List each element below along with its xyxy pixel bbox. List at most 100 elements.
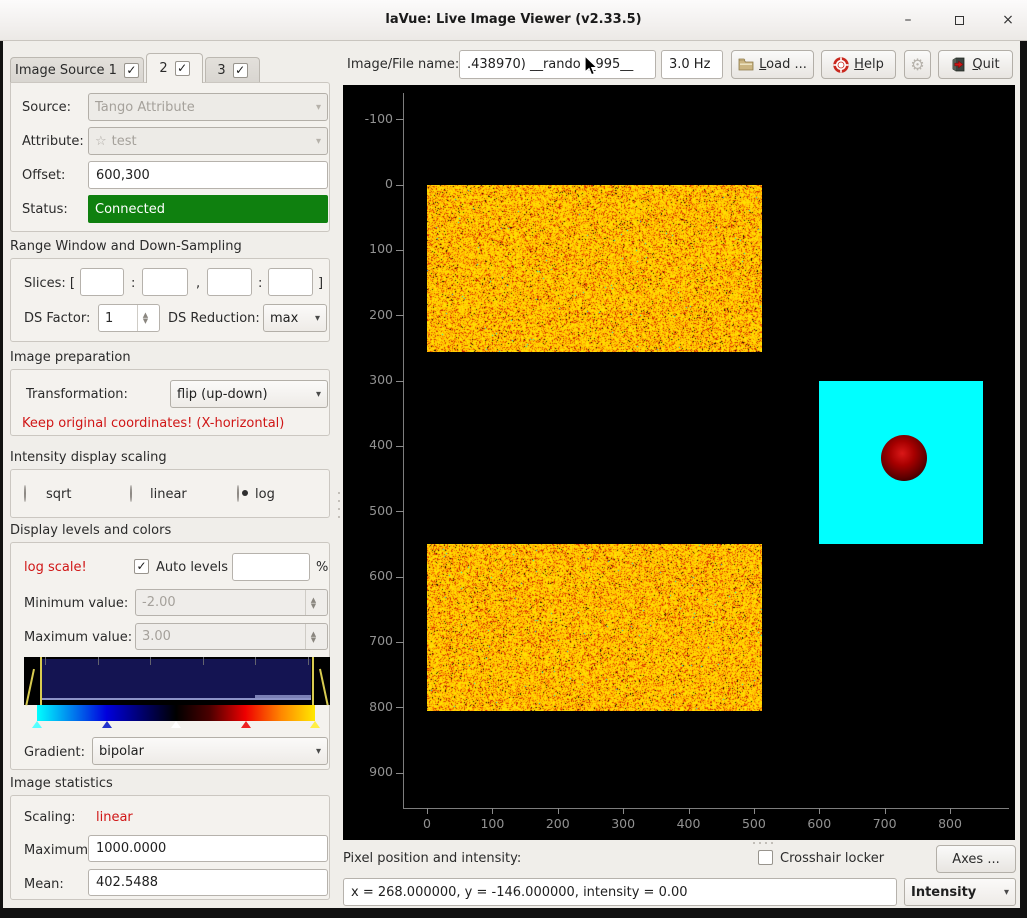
radio-linear[interactable]	[130, 485, 132, 502]
x-tick-label: 300	[601, 816, 645, 831]
splitter-handle-dot[interactable]	[759, 842, 761, 844]
minimum-value-label: Minimum value:	[24, 596, 128, 611]
stats-mean-label: Mean:	[24, 877, 64, 892]
x-tick-label: 700	[863, 816, 907, 831]
y-tick-label: 800	[345, 699, 393, 714]
splitter-handle-dot[interactable]	[753, 842, 755, 844]
close-button[interactable]: ×	[996, 10, 1020, 32]
crosshair-locker-checkbox[interactable]	[758, 850, 773, 865]
maximize-button[interactable]	[948, 10, 972, 32]
tab-image-source-2[interactable]: 2	[146, 53, 203, 83]
offset-label: Offset:	[22, 168, 65, 183]
tab-image-source-1[interactable]: Image Source 1	[10, 57, 144, 83]
stats-maximum-input[interactable]	[88, 835, 328, 862]
region-handle-left[interactable]	[40, 657, 42, 705]
refresh-rate-input[interactable]	[661, 50, 723, 79]
gradient-tick-marker[interactable]	[310, 721, 320, 728]
quit-button-label: Quit	[972, 57, 999, 72]
region-handle-right[interactable]	[312, 657, 314, 705]
plot-area[interactable]: -100010020030040050060070080090001002003…	[343, 85, 1015, 840]
auto-levels-percent-input[interactable]	[232, 553, 310, 581]
stats-scaling-value: linear	[96, 810, 133, 825]
minimize-button[interactable]: –	[896, 10, 920, 32]
spinner-arrows-icon[interactable]: ▲▼	[305, 590, 321, 615]
offset-input[interactable]	[88, 161, 328, 189]
tab-3-label: 3	[217, 63, 225, 78]
minimum-value: -2.00	[142, 595, 176, 610]
gradient-bar[interactable]	[37, 705, 315, 721]
title-bar: laVue: Live Image Viewer (v2.33.5) – ×	[0, 0, 1027, 41]
gradient-tick-marker[interactable]	[241, 721, 251, 728]
gradient-tick-marker[interactable]	[171, 721, 181, 728]
channel-combo[interactable]: Intensity▾	[904, 878, 1016, 906]
splitter-handle-dot[interactable]	[338, 516, 340, 518]
help-button[interactable]: Help	[821, 50, 896, 79]
test-image	[819, 381, 982, 544]
y-tick	[396, 642, 404, 643]
x-tick	[819, 808, 820, 814]
pixel-position-input[interactable]	[343, 878, 897, 906]
log-scale-note: log scale!	[24, 560, 87, 575]
y-tick-label: 0	[345, 176, 393, 191]
axes-button[interactable]: Axes ...	[936, 845, 1016, 873]
settings-button[interactable]: ⚙	[904, 50, 931, 79]
transformation-combo[interactable]: flip (up-down)▾	[170, 380, 328, 408]
y-tick	[396, 315, 404, 316]
radio-sqrt-label: sqrt	[46, 487, 71, 502]
scaling-section-title: Intensity display scaling	[10, 450, 167, 465]
y-tick-label: 400	[345, 437, 393, 452]
spinner-arrows-icon[interactable]: ▲▼	[305, 624, 321, 649]
radio-log[interactable]	[237, 485, 239, 502]
gradient-tick-marker[interactable]	[32, 721, 42, 728]
x-tick-label: 400	[667, 816, 711, 831]
source-combo[interactable]: Tango Attribute▾	[88, 93, 328, 121]
chevron-down-icon: ▾	[316, 389, 321, 400]
tab-1-checkbox[interactable]	[124, 63, 139, 78]
stats-mean-input[interactable]	[88, 869, 328, 896]
splitter-handle-dot[interactable]	[338, 508, 340, 510]
crosshair-locker-label: Crosshair locker	[780, 851, 884, 866]
ds-factor-spinner[interactable]: 1 ▲▼	[98, 304, 160, 332]
histogram-axis-tick	[98, 657, 99, 665]
gradient-combo[interactable]: bipolar▾	[92, 737, 328, 765]
minimum-value-spinner[interactable]: -2.00 ▲▼	[135, 589, 328, 616]
radio-log-label: log	[255, 487, 275, 502]
y-tick	[396, 773, 404, 774]
splitter-handle-dot[interactable]	[338, 500, 340, 502]
histogram-curve-bump	[255, 695, 311, 699]
y-tick	[396, 119, 404, 120]
status-value: Connected	[95, 202, 165, 217]
tab-image-source-3[interactable]: 3	[205, 57, 260, 83]
slice-end2-input[interactable]	[268, 268, 313, 296]
x-tick-label: 100	[470, 816, 514, 831]
file-name-input[interactable]	[459, 50, 656, 79]
slice-sep3: :	[258, 276, 262, 291]
slice-end1-input[interactable]	[142, 268, 188, 296]
maximum-value-spinner[interactable]: 3.00 ▲▼	[135, 623, 328, 650]
tab-3-checkbox[interactable]	[233, 63, 248, 78]
ds-reduction-combo[interactable]: max▾	[263, 304, 327, 332]
histogram-widget[interactable]	[24, 657, 330, 727]
stats-maximum-label: Maximum:	[24, 843, 92, 858]
splitter-handle-dot[interactable]	[765, 842, 767, 844]
auto-levels-checkbox[interactable]	[134, 559, 149, 574]
percent-suffix: %	[316, 560, 328, 575]
region-flag-left	[25, 669, 34, 706]
splitter-handle-dot[interactable]	[338, 492, 340, 494]
attribute-combo[interactable]: ☆ test▾	[88, 127, 328, 155]
slice-start2-input[interactable]	[207, 268, 252, 296]
mouse-cursor	[584, 55, 599, 77]
load-button[interactable]: Load ...	[731, 50, 814, 79]
radio-sqrt[interactable]	[24, 485, 26, 502]
tab-2-checkbox[interactable]	[175, 61, 190, 76]
radio-linear-label: linear	[150, 487, 187, 502]
chevron-down-icon: ▾	[316, 136, 321, 147]
spinner-arrows-icon[interactable]: ▲▼	[137, 305, 153, 331]
ds-factor-label: DS Factor:	[24, 311, 90, 326]
quit-button[interactable]: Quit	[938, 50, 1013, 79]
gradient-tick-marker[interactable]	[102, 721, 112, 728]
slice-start1-input[interactable]	[80, 268, 124, 296]
y-tick	[396, 707, 404, 708]
maximum-value-label: Maximum value:	[24, 630, 132, 645]
splitter-handle-dot[interactable]	[771, 842, 773, 844]
